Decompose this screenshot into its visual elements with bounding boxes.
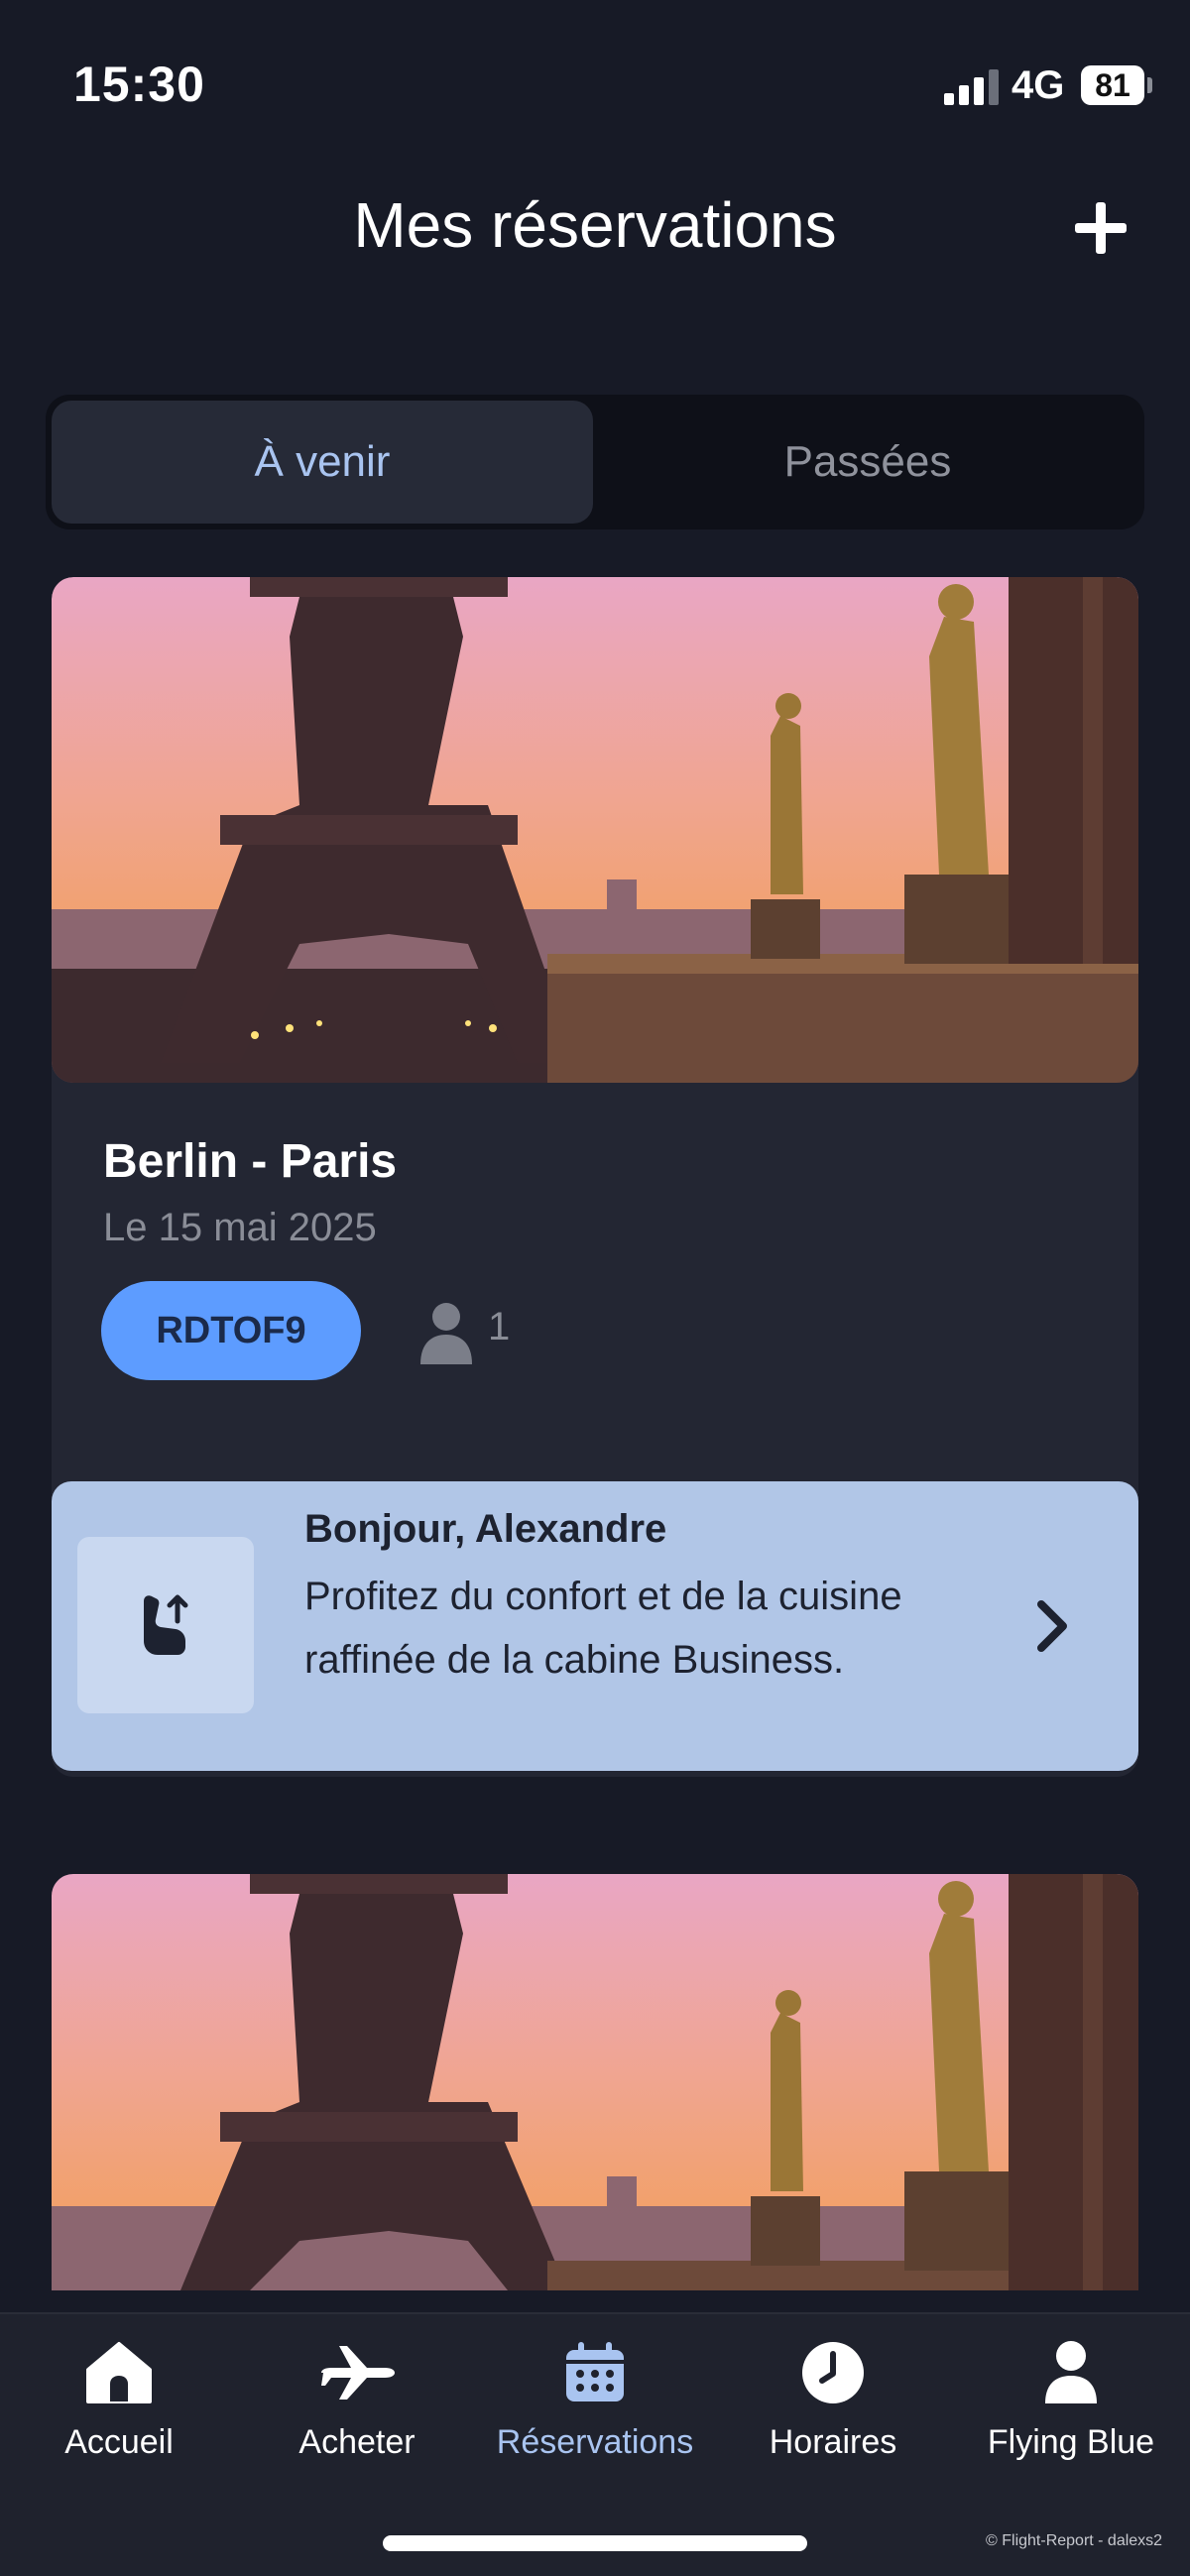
home-icon (86, 2342, 152, 2403)
calendar-icon (566, 2342, 624, 2401)
promo-greeting: Bonjour, Alexandre (304, 1507, 667, 1551)
network-type: 4G (1012, 63, 1065, 107)
nav-item-home[interactable]: Accueil (0, 2340, 238, 2489)
nav-item-buy[interactable]: Acheter (238, 2340, 476, 2489)
chevron-right-icon (1037, 1600, 1067, 1652)
signal-bars-icon (944, 69, 1000, 105)
nav-item-flying-blue[interactable]: Flying Blue (952, 2340, 1190, 2489)
booking-card-2[interactable] (52, 1874, 1138, 2290)
booking-tabs: À venir Passées (46, 395, 1144, 529)
status-time: 15:30 (73, 57, 205, 112)
booking-reference-badge[interactable]: RDTOF9 (101, 1281, 361, 1380)
tab-past[interactable]: Passées (597, 401, 1138, 524)
nav-label-home: Accueil (64, 2423, 174, 2461)
tab-upcoming[interactable]: À venir (52, 401, 593, 524)
nav-item-schedules[interactable]: Horaires (714, 2340, 952, 2489)
passenger-count: 1 (488, 1305, 511, 1348)
eiffel-tower-sunset-image (52, 577, 1138, 1083)
airplane-icon (321, 2346, 395, 2400)
promo-text: Profitez du confort et de la cuisine raf… (304, 1575, 902, 1682)
battery-icon: 81 (1081, 65, 1152, 105)
booking-date: Le 15 mai 2025 (103, 1206, 377, 1249)
home-indicator[interactable] (383, 2535, 807, 2551)
nav-item-reservations[interactable]: Réservations (476, 2340, 714, 2489)
nav-label-reservations: Réservations (496, 2423, 694, 2461)
status-bar: 15:30 4G 81 (0, 0, 1190, 169)
seat-upgrade-icon (144, 1594, 188, 1655)
watermark: © Flight-Report - dalexs2 (986, 2532, 1163, 2549)
eiffel-tower-sunset-image (52, 1874, 1138, 2290)
nav-label-schedules: Horaires (769, 2423, 897, 2461)
person-icon (420, 1303, 472, 1364)
booking-route: Berlin - Paris (103, 1135, 398, 1188)
promo-icon-container (77, 1537, 254, 1713)
clock-icon (802, 2342, 864, 2403)
nav-label-flying-blue: Flying Blue (987, 2423, 1155, 2461)
booking-card[interactable]: Berlin - Paris Le 15 mai 2025 RDTOF9 1 B… (52, 577, 1138, 1777)
add-booking-button[interactable] (1069, 196, 1132, 260)
upgrade-promo-banner[interactable]: Bonjour, Alexandre Profitez du confort e… (52, 1481, 1138, 1771)
person-icon (1045, 2341, 1097, 2403)
page-title: Mes réservations (353, 189, 837, 261)
nav-label-buy: Acheter (298, 2423, 416, 2461)
